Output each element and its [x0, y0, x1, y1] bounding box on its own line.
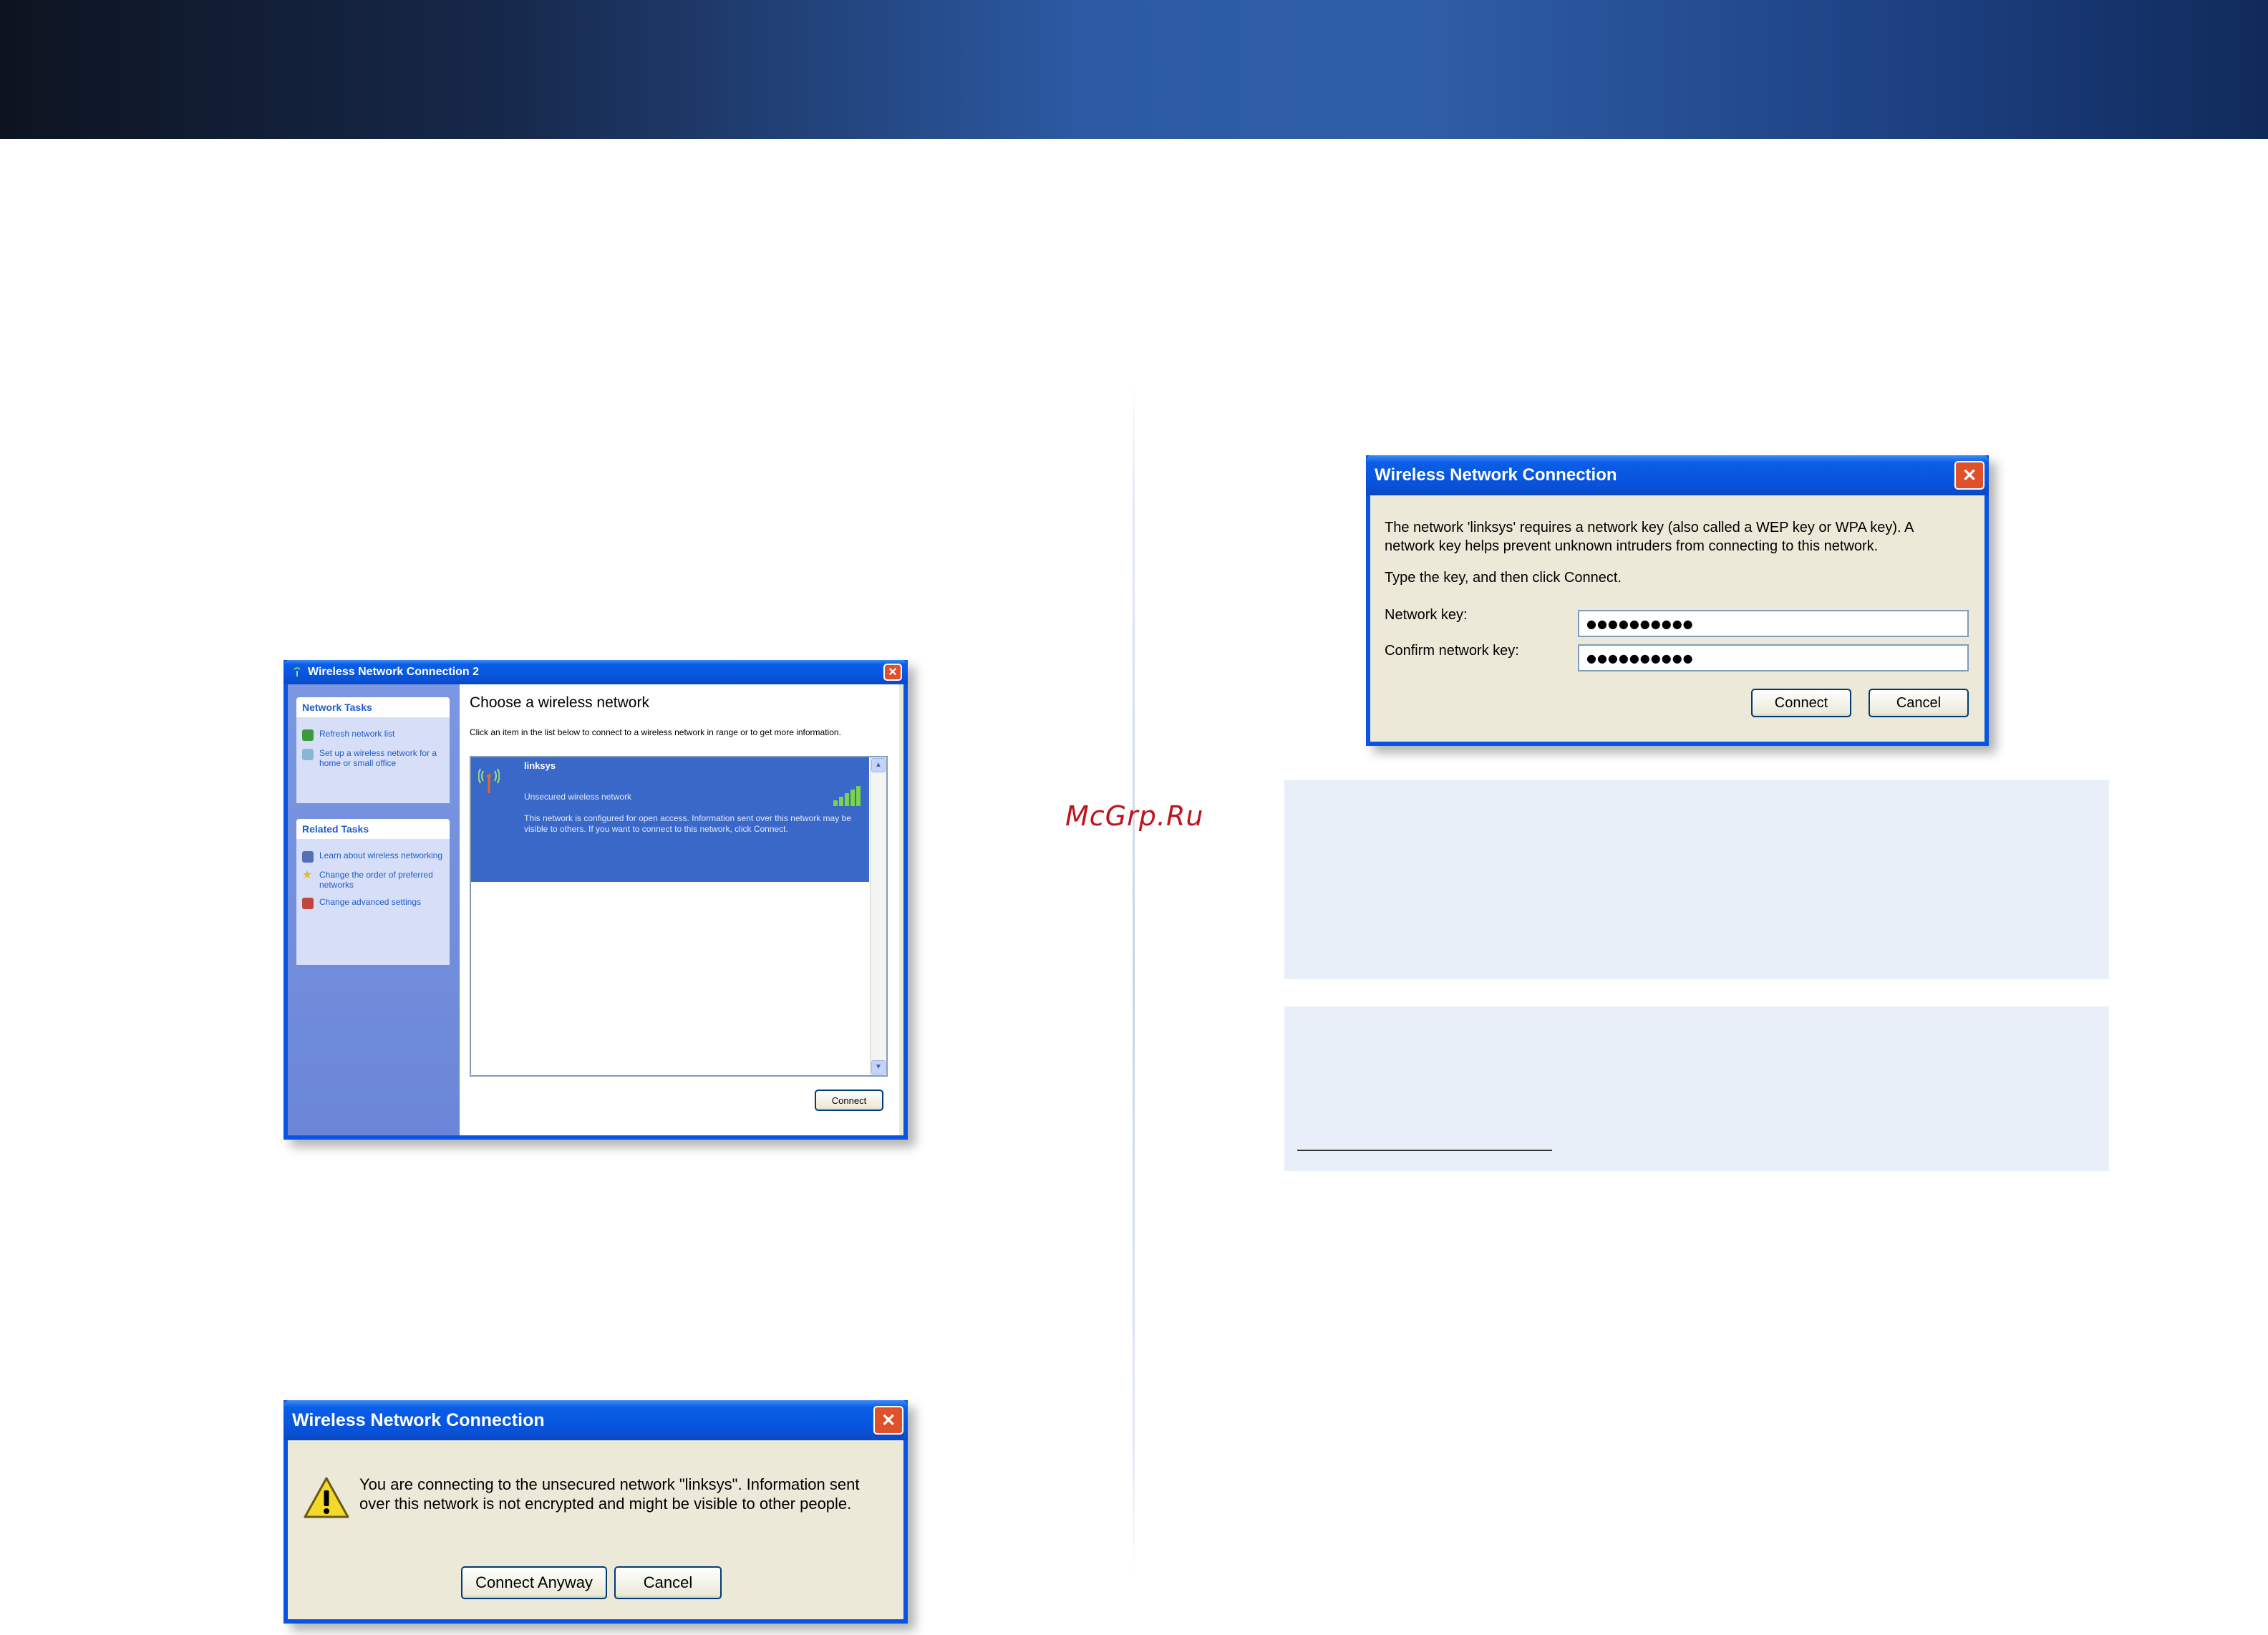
- scrollbar[interactable]: ▲ ▼: [870, 757, 886, 1075]
- close-icon: ✕: [888, 666, 898, 679]
- wireless-network-connection-2-window: Wireless Network Connection 2 ✕ Network …: [284, 660, 908, 1140]
- task-item[interactable]: ★ Change the order of preferred networks: [302, 869, 444, 891]
- signal-strength-icon: [832, 785, 863, 810]
- network-item-linksys[interactable]: linksys Unsecured wireless network This …: [471, 757, 869, 882]
- link-underline[interactable]: [1297, 1150, 1552, 1151]
- window-title-bar[interactable]: Wireless Network Connection ✕: [1366, 455, 1989, 495]
- signal-bar: [845, 793, 849, 806]
- signal-bar: [833, 800, 838, 806]
- network-tasks-header: Network Tasks: [296, 697, 450, 717]
- warning-icon: [304, 1476, 349, 1523]
- signal-bar: [850, 790, 855, 806]
- task-pane: Network Tasks Refresh network list Set up…: [288, 684, 460, 1135]
- antenna-icon: [478, 767, 500, 798]
- close-icon: ✕: [881, 1410, 896, 1430]
- window-title: Wireless Network Connection: [292, 1410, 545, 1430]
- learn-icon: [302, 851, 314, 863]
- network-name: linksys: [524, 760, 556, 771]
- task-label: Refresh network list: [319, 729, 395, 739]
- info-box-1: [1284, 780, 2109, 979]
- task-item[interactable]: Learn about wireless networking: [302, 850, 444, 863]
- network-list: linksys Unsecured wireless network This …: [470, 756, 888, 1077]
- scroll-up-button[interactable]: ▲: [871, 758, 886, 772]
- signal-bar: [839, 797, 843, 806]
- close-button[interactable]: ✕: [883, 664, 902, 681]
- wireless-icon: [292, 667, 302, 677]
- confirm-key-label: Confirm network key:: [1385, 643, 1519, 659]
- key-instruction: Type the key, and then click Connect.: [1385, 570, 1622, 586]
- content-pane: Choose a wireless network Click an item …: [460, 684, 899, 1135]
- window-title: Wireless Network Connection 2: [308, 666, 480, 678]
- refresh-icon: [302, 729, 314, 741]
- network-key-label: Network key:: [1385, 607, 1468, 623]
- star-icon: ★: [302, 869, 313, 881]
- task-item[interactable]: Set up a wireless network for a home or …: [302, 748, 444, 768]
- connect-button[interactable]: Connect: [815, 1090, 883, 1111]
- task-label: Change the order of preferred networks: [319, 870, 433, 890]
- task-item[interactable]: Refresh network list: [302, 729, 444, 741]
- instruction-text: Click an item in the list below to conne…: [470, 727, 841, 737]
- close-button[interactable]: ✕: [1954, 461, 1984, 490]
- cancel-button[interactable]: Cancel: [1869, 689, 1969, 717]
- window-title: Wireless Network Connection: [1375, 465, 1617, 485]
- confirm-key-field[interactable]: ●●●●●●●●●●: [1578, 644, 1969, 671]
- connect-button[interactable]: Connect: [1751, 689, 1851, 717]
- window-title-bar[interactable]: Wireless Network Connection ✕: [284, 1400, 908, 1440]
- key-required-message: The network 'linksys' requires a network…: [1385, 520, 1914, 554]
- header-banner: [0, 0, 2268, 139]
- page-heading: Choose a wireless network: [470, 694, 649, 711]
- task-label: Learn about wireless networking: [319, 850, 443, 860]
- signal-bar: [856, 786, 861, 806]
- network-security: Unsecured wireless network: [524, 792, 632, 802]
- settings-icon: [302, 898, 314, 909]
- close-button[interactable]: ✕: [873, 1406, 903, 1435]
- warning-message: You are connecting to the unsecured netw…: [359, 1475, 860, 1513]
- window-title-bar[interactable]: Wireless Network Connection 2 ✕: [284, 660, 908, 684]
- related-tasks-header: Related Tasks: [296, 819, 450, 839]
- watermark: McGrp.Ru: [1065, 800, 1204, 832]
- task-label: Change advanced settings: [319, 897, 422, 907]
- network-key-window: Wireless Network Connection ✕ The networ…: [1366, 455, 1989, 746]
- column-divider: [1133, 379, 1135, 1575]
- connect-anyway-button[interactable]: Connect Anyway: [461, 1566, 607, 1599]
- unsecured-warning-window: Wireless Network Connection ✕ You are co…: [284, 1400, 908, 1624]
- network-description: This network is configured for open acce…: [524, 813, 851, 834]
- scroll-down-button[interactable]: ▼: [871, 1060, 886, 1074]
- task-label: Set up a wireless network for a home or …: [319, 748, 437, 768]
- info-box-2: [1284, 1006, 2109, 1171]
- related-tasks-panel: Related Tasks Learn about wireless netwo…: [296, 819, 450, 965]
- setup-network-icon: [302, 749, 314, 760]
- network-tasks-panel: Network Tasks Refresh network list Set up…: [296, 697, 450, 803]
- cancel-button[interactable]: Cancel: [614, 1566, 722, 1599]
- task-item[interactable]: Change advanced settings: [302, 897, 444, 909]
- network-key-field[interactable]: ●●●●●●●●●●: [1578, 610, 1969, 637]
- close-icon: ✕: [1962, 465, 1977, 485]
